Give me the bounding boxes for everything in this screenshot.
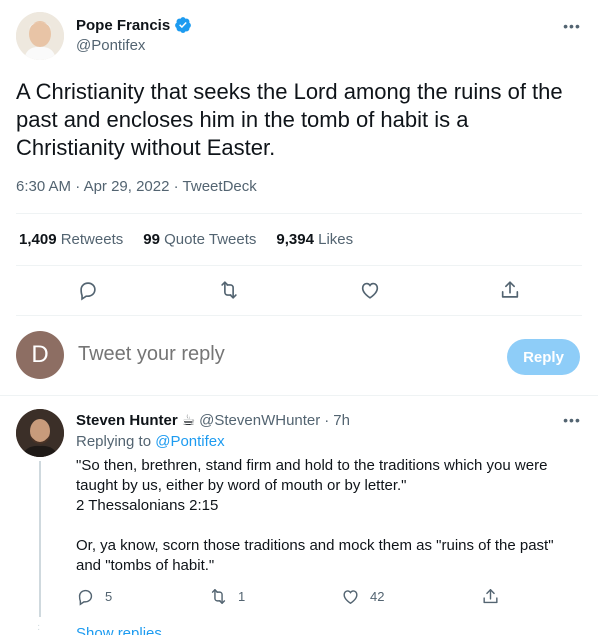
replying-to-link[interactable]: @Pontifex xyxy=(155,433,224,450)
author-name-text[interactable]: Pope Francis xyxy=(76,17,170,34)
reply-header: Steven Hunter ☕ @StevenWHunter · 7h xyxy=(76,411,350,430)
reply-icon xyxy=(78,589,93,606)
author-name[interactable]: Pope Francis xyxy=(76,16,192,34)
reply-author-avatar[interactable] xyxy=(16,409,64,457)
meta-separator: · xyxy=(173,178,183,195)
quotes-label: Quote Tweets xyxy=(164,231,257,248)
reply-author-name[interactable]: Steven Hunter xyxy=(76,412,178,429)
retweets-count: 1,409 xyxy=(19,231,57,248)
reply-action[interactable]: 5 xyxy=(76,587,112,606)
replying-label: Replying to xyxy=(76,433,152,450)
quotes-stat[interactable]: 99 Quote Tweets xyxy=(143,231,256,248)
reply-button[interactable]: Reply xyxy=(507,339,580,375)
meta-separator: · xyxy=(75,178,84,195)
coffee-emoji: ☕ xyxy=(181,412,196,429)
thread-dots: · · xyxy=(37,620,41,635)
reply-actions: 5 1 42 xyxy=(76,586,506,608)
replying-to: Replying to @Pontifex xyxy=(76,433,225,450)
user-avatar[interactable]: D xyxy=(16,331,64,379)
divider xyxy=(16,315,582,316)
tweet-date[interactable]: Apr 29, 2022 xyxy=(84,178,170,195)
share-icon[interactable] xyxy=(499,279,521,301)
reply-count: 5 xyxy=(105,589,113,604)
like-action[interactable]: 42 xyxy=(341,587,384,606)
retweets-label: Retweets xyxy=(60,231,124,248)
divider xyxy=(16,213,582,214)
likes-stat[interactable]: 9,394 Likes xyxy=(276,231,353,248)
retweet-icon xyxy=(211,589,226,604)
show-replies-link[interactable]: Show replies xyxy=(76,625,162,635)
likes-label: Likes xyxy=(318,231,354,248)
reply-icon[interactable] xyxy=(77,279,99,301)
more-icon[interactable]: ••• xyxy=(558,410,586,430)
divider xyxy=(16,265,582,266)
tweet-meta: 6:30 AM · Apr 29, 2022 · TweetDeck xyxy=(16,178,257,195)
share-action[interactable] xyxy=(481,587,500,606)
reply-time[interactable]: 7h xyxy=(333,412,350,429)
more-icon[interactable]: ••• xyxy=(558,16,586,36)
reply-input[interactable] xyxy=(78,343,478,366)
retweet-count: 1 xyxy=(238,589,246,604)
like-icon[interactable] xyxy=(359,279,381,301)
verified-badge-icon xyxy=(175,17,192,33)
divider xyxy=(0,395,598,396)
tweet-stats: 1,409 Retweets 99 Quote Tweets 9,394 Lik… xyxy=(19,231,353,248)
reply-author-handle[interactable]: @StevenWHunter xyxy=(199,412,320,429)
tweet-time[interactable]: 6:30 AM xyxy=(16,178,71,195)
reply-text: "So then, brethren, stand firm and hold … xyxy=(76,457,554,574)
like-icon xyxy=(343,590,358,605)
tweet-text: A Christianity that seeks the Lord among… xyxy=(16,79,563,160)
thread-line xyxy=(39,461,41,617)
share-icon xyxy=(483,589,498,604)
likes-count: 9,394 xyxy=(276,231,314,248)
retweet-action[interactable]: 1 xyxy=(209,587,245,606)
retweets-stat[interactable]: 1,409 Retweets xyxy=(19,231,123,248)
meta-separator: · xyxy=(324,411,330,429)
tweet-source[interactable]: TweetDeck xyxy=(183,178,257,195)
like-count: 42 xyxy=(370,589,385,604)
author-handle[interactable]: @Pontifex xyxy=(76,37,145,54)
tweet-actions xyxy=(16,278,582,302)
retweet-icon[interactable] xyxy=(218,279,240,301)
quotes-count: 99 xyxy=(143,231,160,248)
author-avatar[interactable] xyxy=(16,12,64,60)
